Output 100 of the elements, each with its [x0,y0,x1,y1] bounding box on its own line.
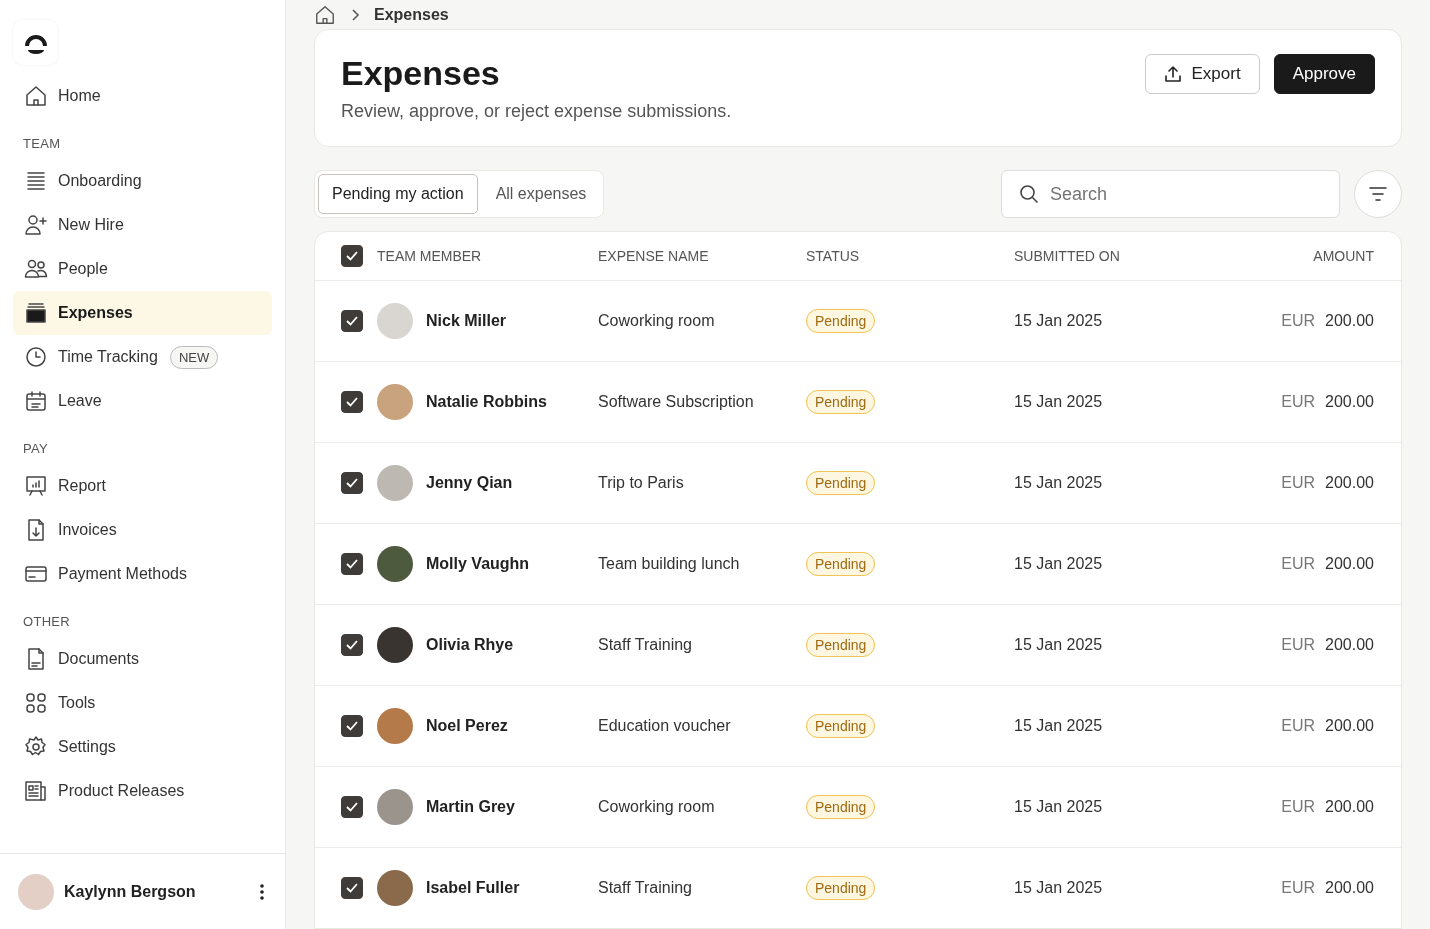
avatar-placeholder [377,546,413,582]
sidebar-item[interactable]: Time Tracking NEW [13,335,272,379]
status-badge: Pending [806,552,876,576]
amount: 200.00 [1325,393,1374,411]
nav-label: Report [58,477,107,495]
member-name: Jenny Qian [426,474,513,492]
filter-icon [1369,187,1387,201]
row-checkbox[interactable] [341,715,363,737]
amount: 200.00 [1325,879,1374,897]
row-checkbox[interactable] [341,472,363,494]
filter-button[interactable] [1354,170,1402,218]
check-icon [345,315,359,327]
currency-code: EUR [1281,474,1316,492]
expense-name: Team building lunch [598,555,741,573]
check-icon [345,801,359,813]
sidebar-item[interactable]: Leave [13,379,272,423]
avatar-placeholder [377,708,413,744]
amount: 200.00 [1325,636,1374,654]
sidebar-item[interactable]: Payment Methods [13,552,272,596]
new-badge: NEW [169,345,219,369]
currency-code: EUR [1281,798,1316,816]
member-name: Noel Perez [426,717,508,735]
column-header: AMOUNT [1312,248,1374,264]
grid-icon [24,691,48,715]
submitted-date: 15 Jan 2025 [1014,879,1104,897]
more-icon[interactable] [259,882,265,901]
sidebar-item[interactable]: Tools [13,681,272,725]
row-checkbox[interactable] [341,634,363,656]
users-icon [24,257,48,281]
nav-label: Onboarding [58,172,142,190]
submitted-date: 15 Jan 2025 [1014,474,1104,492]
nav-label: Expenses [58,304,133,322]
sidebar-item[interactable]: Report [13,464,272,508]
row-checkbox[interactable] [341,391,363,413]
check-icon [345,720,359,732]
amount: 200.00 [1325,717,1374,735]
expense-name: Staff Training [598,636,693,654]
nav-label: Time Tracking [58,348,158,366]
nav-label: Product Releases [58,782,185,800]
submitted-date: 15 Jan 2025 [1014,717,1104,735]
amount: 200.00 [1325,798,1374,816]
sidebar-item[interactable]: Onboarding [13,159,272,203]
currency-code: EUR [1281,636,1316,654]
calendar-icon [24,389,48,413]
submitted-date: 15 Jan 2025 [1014,555,1104,573]
status-badge: Pending [806,714,876,738]
avatar-placeholder [377,627,413,663]
select-all-checkbox[interactable] [341,245,363,267]
expense-name: Coworking room [598,798,716,816]
currency-code: EUR [1281,879,1316,897]
tab[interactable]: Pending my action [318,174,478,214]
clock-icon [24,345,48,369]
member-name: Olivia Rhye [426,636,514,654]
member-name: Isabel Fuller [426,879,520,897]
expense-name: Staff Training [598,879,693,897]
row-checkbox[interactable] [341,877,363,899]
submitted-date: 15 Jan 2025 [1014,393,1104,411]
currency-code: EUR [1281,717,1316,735]
user-plus-icon [24,213,48,237]
avatar-placeholder [377,789,413,825]
tab[interactable]: All expenses [481,174,601,214]
sidebar-item[interactable]: Settings [13,725,272,769]
member-name: Natalie Robbins [426,393,547,411]
member-name: Nick Miller [426,312,507,330]
page-title: Expenses [341,54,501,93]
row-checkbox[interactable] [341,310,363,332]
page-subtitle: Review, approve, or reject expense submissions. [341,101,732,122]
sidebar-item[interactable]: Invoices [13,508,272,552]
sidebar-item[interactable]: People [13,247,272,291]
row-checkbox[interactable] [341,796,363,818]
nav-label: New Hire [58,216,124,234]
sidebar-item[interactable]: Product Releases [13,769,272,813]
sidebar-item[interactable]: New Hire [13,203,272,247]
upload-icon [1163,65,1182,83]
nav-label: Leave [58,392,102,410]
sidebar-item[interactable]: Documents [13,637,272,681]
news-icon [24,779,48,803]
status-badge: Pending [806,390,876,414]
status-badge: Pending [806,309,876,333]
amount: 200.00 [1325,555,1374,573]
expense-name: Education voucher [598,717,732,735]
approve-button[interactable]: Approve [1273,54,1375,94]
status-badge: Pending [806,876,876,900]
nav-label: Tools [58,694,96,712]
sidebar-item[interactable]: Home [13,74,272,118]
status-badge: Pending [806,471,876,495]
search-field[interactable]: Search [1001,170,1340,218]
check-icon [345,250,359,262]
row-checkbox[interactable] [341,553,363,575]
avatar-placeholder [377,303,413,339]
member-name: Molly Vaughn [426,555,530,573]
avatar-placeholder [377,465,413,501]
export-button[interactable]: Export [1144,54,1260,94]
section-label: TEAM [22,135,62,153]
home-icon[interactable] [314,3,336,26]
currency-code: EUR [1281,312,1316,330]
breadcrumb-current: Expenses [374,5,449,24]
home-icon [24,84,48,108]
currency-code: EUR [1281,393,1316,411]
sidebar-item[interactable]: Expenses [13,291,272,335]
